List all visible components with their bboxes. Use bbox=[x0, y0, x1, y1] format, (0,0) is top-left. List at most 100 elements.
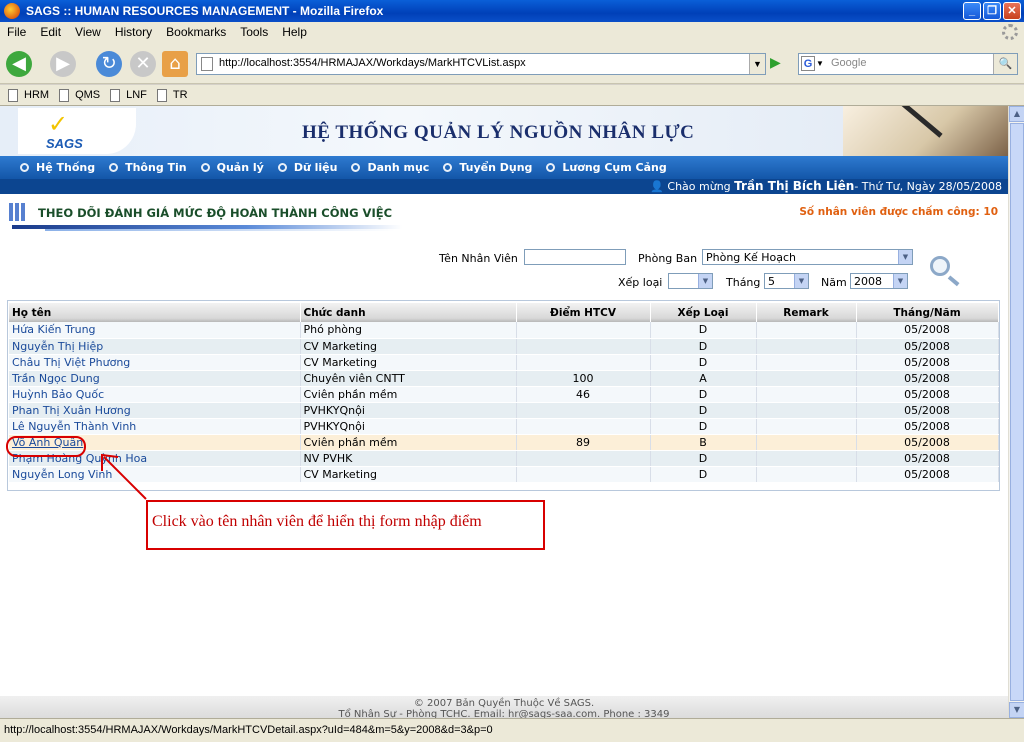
user-name: Trần Thị Bích Liên bbox=[734, 179, 855, 193]
menu-edit[interactable]: Edit bbox=[33, 25, 68, 39]
google-icon[interactable]: G bbox=[801, 56, 815, 71]
remark-cell bbox=[756, 338, 857, 355]
chevron-down-icon: ▼ bbox=[794, 274, 808, 288]
position-cell: PVHKYQnội bbox=[300, 418, 517, 435]
app-title: HỆ THỐNG QUẢN LÝ NGUỒN NHÂN LỰC bbox=[302, 122, 695, 143]
remark-cell bbox=[756, 402, 857, 419]
throbber-icon bbox=[1002, 24, 1018, 40]
position-cell: CV Marketing bbox=[300, 466, 517, 483]
employee-name-link[interactable]: Hứa Kiến Trung bbox=[9, 322, 301, 339]
menu-file[interactable]: File bbox=[0, 25, 33, 39]
rank-cell: D bbox=[650, 386, 757, 403]
bookmark-lnf[interactable]: LNF bbox=[110, 88, 147, 102]
url-bar[interactable]: http://localhost:3554/HRMAJAX/Workdays/M… bbox=[196, 53, 766, 75]
app-menu-tuyen-dung[interactable]: Tuyển Dụng bbox=[443, 161, 532, 174]
app-menu-thong-tin[interactable]: Thông Tin bbox=[109, 161, 187, 174]
app-menu-luong-cum-cang[interactable]: Lương Cụm Cảng bbox=[546, 161, 667, 174]
app-menu-quan-ly[interactable]: Quản lý bbox=[200, 161, 264, 174]
go-icon[interactable]: ▶ bbox=[770, 55, 788, 73]
url-text: http://localhost:3554/HRMAJAX/Workdays/M… bbox=[219, 57, 526, 69]
rank-select[interactable]: ▼ bbox=[668, 273, 713, 289]
score-cell bbox=[516, 418, 651, 435]
back-icon[interactable]: ◀ bbox=[6, 51, 32, 77]
employee-name-link[interactable]: Lê Nguyễn Thành Vinh bbox=[9, 418, 301, 435]
remark-cell bbox=[756, 322, 857, 339]
bookmark-page-icon bbox=[8, 88, 18, 102]
app-menu-du-lieu[interactable]: Dữ liệu bbox=[277, 161, 337, 174]
app-menu-he-thong[interactable]: Hệ Thống bbox=[20, 161, 95, 174]
annotation-arrow-icon bbox=[101, 453, 147, 500]
year-label: Năm bbox=[821, 276, 847, 289]
magnifier-search-icon[interactable] bbox=[930, 256, 950, 276]
table-row: Phan Thị Xuân Hương PVHKYQnội D 05/2008 bbox=[9, 402, 999, 419]
col-header-score[interactable]: Điểm HTCV bbox=[516, 303, 651, 322]
search-icon[interactable]: 🔍 bbox=[993, 54, 1017, 74]
table-row: Huỳnh Bảo Quốc Cviên phần mềm 46 D 05/20… bbox=[9, 386, 999, 403]
remark-cell bbox=[756, 370, 857, 387]
employee-name-link[interactable]: Huỳnh Bảo Quốc bbox=[9, 386, 301, 403]
month-year-cell: 05/2008 bbox=[856, 338, 999, 355]
col-header-rank[interactable]: Xếp Loại bbox=[650, 303, 757, 322]
menu-bullet-icon bbox=[351, 163, 361, 172]
position-cell: CV Marketing bbox=[300, 338, 517, 355]
scroll-up-icon[interactable]: ▲ bbox=[1009, 106, 1024, 122]
bookmark-tr[interactable]: TR bbox=[156, 88, 188, 102]
score-cell bbox=[516, 466, 651, 483]
home-icon[interactable]: ⌂ bbox=[162, 51, 188, 77]
close-button[interactable]: ✕ bbox=[1003, 2, 1021, 20]
rank-cell: D bbox=[650, 402, 757, 419]
menu-help[interactable]: Help bbox=[275, 25, 314, 39]
bookmark-page-icon bbox=[156, 88, 167, 102]
search-engine-dropdown-icon[interactable]: ▼ bbox=[816, 59, 824, 68]
vertical-scrollbar[interactable]: ▲ ▼ bbox=[1008, 106, 1024, 718]
remark-cell bbox=[756, 418, 857, 435]
year-select[interactable]: 2008 ▼ bbox=[850, 273, 908, 289]
page-viewport: ✓ SAGS HỆ THỐNG QUẢN LÝ NGUỒN NHÂN LỰC H… bbox=[0, 106, 1008, 718]
rank-cell: D bbox=[650, 450, 757, 467]
forward-icon[interactable]: ▶ bbox=[50, 51, 76, 77]
month-select[interactable]: 5 ▼ bbox=[764, 273, 809, 289]
col-header-position[interactable]: Chức danh bbox=[300, 303, 517, 322]
menu-history[interactable]: History bbox=[108, 25, 159, 39]
department-select[interactable]: Phòng Kế Hoạch ▼ bbox=[702, 249, 913, 265]
menu-tools[interactable]: Tools bbox=[233, 25, 275, 39]
employee-name-link[interactable]: Nguyễn Thị Hiệp bbox=[9, 338, 301, 355]
bookmark-hrm[interactable]: HRM bbox=[8, 88, 49, 102]
month-year-cell: 05/2008 bbox=[856, 386, 999, 403]
menu-bookmarks[interactable]: Bookmarks bbox=[159, 25, 233, 39]
table-row: Hứa Kiến Trung Phó phòng D 05/2008 bbox=[9, 322, 999, 339]
url-dropdown-icon[interactable]: ▼ bbox=[749, 54, 765, 74]
window-titlebar: SAGS :: HUMAN RESOURCES MANAGEMENT - Moz… bbox=[0, 0, 1024, 22]
col-header-remark[interactable]: Remark bbox=[756, 303, 857, 322]
employee-name-link[interactable]: Trần Ngọc Dung bbox=[9, 370, 301, 387]
scroll-thumb[interactable] bbox=[1010, 123, 1024, 701]
title-underline-2 bbox=[45, 229, 395, 231]
footer-copyright: © 2007 Bản Quyền Thuộc Về SAGS. bbox=[413, 698, 595, 709]
menu-view[interactable]: View bbox=[68, 25, 108, 39]
banner-pen-image bbox=[843, 106, 1008, 156]
employee-name-input[interactable] bbox=[524, 249, 626, 265]
employee-name-link[interactable]: Phan Thị Xuân Hương bbox=[9, 402, 301, 419]
app-menu-danh-muc[interactable]: Danh mục bbox=[351, 161, 429, 174]
annotation-callout: Click vào tên nhân viên để hiển thị form… bbox=[146, 500, 545, 550]
remark-cell bbox=[756, 386, 857, 403]
table-row: Nguyễn Long Vinh CV Marketing D 05/2008 bbox=[9, 466, 999, 483]
maximize-button[interactable]: ❐ bbox=[983, 2, 1001, 20]
employee-name-link[interactable]: Châu Thị Việt Phương bbox=[9, 354, 301, 371]
score-cell bbox=[516, 402, 651, 419]
col-header-month-year[interactable]: Tháng/Năm bbox=[856, 303, 999, 322]
stop-icon[interactable]: ✕ bbox=[130, 51, 156, 77]
page-title: THEO DÕI ĐÁNH GIÁ MỨC ĐỘ HOÀN THÀNH CÔNG… bbox=[38, 206, 393, 220]
bookmark-qms[interactable]: QMS bbox=[59, 88, 100, 102]
position-cell: Phó phòng bbox=[300, 322, 517, 339]
reload-icon[interactable]: ↻ bbox=[96, 51, 122, 77]
search-bar[interactable]: G ▼ Google 🔍 bbox=[798, 53, 1018, 75]
bookmarks-toolbar: HRM QMS LNF TR bbox=[0, 85, 1024, 106]
score-cell: 89 bbox=[516, 434, 651, 451]
col-header-name[interactable]: Họ tên bbox=[9, 303, 301, 322]
minimize-button[interactable]: _ bbox=[963, 2, 981, 20]
scroll-down-icon[interactable]: ▼ bbox=[1009, 702, 1024, 718]
firefox-icon bbox=[4, 3, 20, 19]
month-year-cell: 05/2008 bbox=[856, 322, 999, 339]
position-cell: PVHKYQnội bbox=[300, 402, 517, 419]
